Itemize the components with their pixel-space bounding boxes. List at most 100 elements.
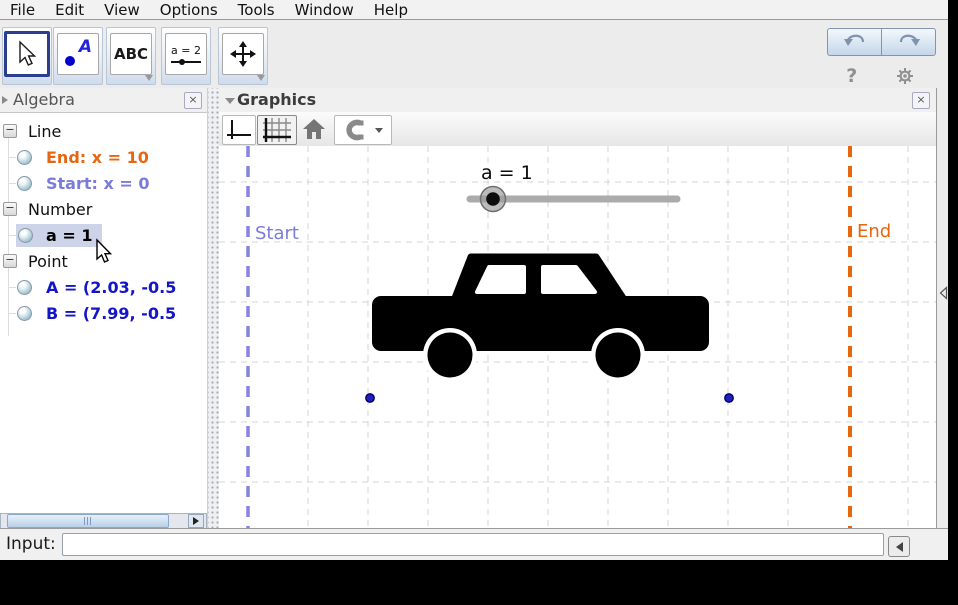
point-tool-button[interactable]: A [57,33,99,75]
screen: FileEditViewOptionsToolsWindowHelp A ABC [0,0,958,605]
scrollbar-thumb[interactable] [7,514,169,528]
dropdown-arrow-icon [375,128,383,133]
tool-move-graphics-group [218,27,268,85]
magnet-icon [343,119,369,141]
visibility-marble-icon[interactable] [17,176,32,191]
right-arrow-icon [193,517,199,525]
move-graphics-tool-button[interactable] [222,33,264,75]
item-text: End: x = 10 [46,148,149,167]
tool-point-group: A [53,27,103,85]
menu-view[interactable]: View [94,1,150,19]
text-tool-button[interactable]: ABC [110,33,152,75]
start-line-label[interactable]: Start [255,223,299,244]
tree-item-point-a[interactable]: A = (2.03, -0.5 [0,274,207,300]
item-text: Start: x = 0 [46,174,149,193]
move-tool-button[interactable] [4,31,50,77]
tree-item-point-b[interactable]: B = (7.99, -0.5 [0,300,207,326]
scrollbar-right-button[interactable] [188,514,204,528]
menu-file[interactable]: File [0,1,45,19]
graphics-menu-arrow-icon[interactable] [225,98,235,104]
car-image[interactable] [372,257,709,382]
tree-item-start[interactable]: Start: x = 0 [0,170,207,196]
menu-bar: FileEditViewOptionsToolsWindowHelp [0,0,948,20]
point-b[interactable] [725,394,733,402]
slider-value-label[interactable]: a = 1 [481,162,533,184]
home-button[interactable] [298,115,330,143]
collapse-icon[interactable]: − [3,202,17,216]
undo-icon [842,33,868,51]
point-tool-icon: A [63,39,93,69]
menu-tools[interactable]: Tools [228,1,285,19]
slider-tool-icon: a = 2 [171,46,201,63]
input-bar: Input: [0,528,948,560]
left-arrow-icon [896,542,903,552]
axes-toggle-button[interactable] [222,115,256,145]
content-area: Algebra × − Line End: x = 10 Start: x = … [0,88,948,528]
slider-knob[interactable] [486,192,500,206]
tool-move-group [2,27,52,85]
algebra-view: Algebra × − Line End: x = 10 Start: x = … [0,88,207,528]
axes-icon [226,119,252,141]
grid-icon [263,118,291,142]
undo-button[interactable] [827,28,882,56]
dropdown-arrow-icon[interactable] [257,75,265,81]
graphics-close-button[interactable]: × [912,92,930,109]
move-arrows-icon [229,40,257,68]
menu-window[interactable]: Window [285,1,364,19]
collapse-icon[interactable]: − [3,124,17,138]
algebra-hscrollbar[interactable] [0,513,207,528]
section-label: Point [28,252,68,271]
algebra-close-button[interactable]: × [184,92,202,109]
dropdown-arrow-icon[interactable] [145,75,153,81]
graphics-view: Graphics × [219,88,936,528]
command-input[interactable] [62,533,884,556]
algebra-title: Algebra [13,90,75,109]
graphics-header: Graphics × [219,88,936,113]
gear-icon[interactable] [896,67,914,85]
item-text: a = 1 [46,226,92,245]
tree-section-number[interactable]: − Number [0,196,207,222]
visibility-marble-icon[interactable] [17,306,32,321]
cursor-arrow-icon [15,40,39,68]
section-label: Line [28,122,61,141]
end-line-label[interactable]: End [857,221,891,242]
input-help-button[interactable] [888,536,910,557]
redo-button[interactable] [882,28,936,56]
graphics-canvas[interactable]: a = 1 Start End [219,146,936,528]
algebra-header: Algebra × [0,88,207,113]
item-text: B = (7.99, -0.5 [46,304,176,323]
graphics-title: Graphics [237,90,316,109]
menu-options[interactable]: Options [150,1,228,19]
help-icon[interactable]: ? [846,65,857,87]
visibility-marble-icon[interactable] [18,228,33,243]
section-label: Number [28,200,92,219]
visibility-marble-icon[interactable] [17,280,32,295]
tree-item-end[interactable]: End: x = 10 [0,144,207,170]
text-tool-icon: ABC [114,45,148,63]
tree-section-line[interactable]: − Line [0,118,207,144]
menu-edit[interactable]: Edit [45,1,94,19]
geogebra-window: FileEditViewOptionsToolsWindowHelp A ABC [0,0,948,560]
algebra-tree: − Line End: x = 10 Start: x = 0 − Number [0,112,207,502]
tool-text-group: ABC [106,27,156,85]
visibility-marble-icon[interactable] [17,150,32,165]
point-capturing-button[interactable] [334,115,392,145]
toolbar-mini-icons: ? [827,61,933,91]
slider-tool-button[interactable]: a = 2 [165,33,207,75]
menu-help[interactable]: Help [364,1,418,19]
algebra-menu-arrow-icon[interactable] [2,96,8,104]
collapse-icon[interactable]: − [3,254,17,268]
undo-redo-group [827,28,936,56]
point-a[interactable] [366,394,374,402]
tool-slider-group: a = 2 [161,27,211,85]
home-icon [302,118,326,140]
toolbar: A ABC a = 2 [0,20,948,89]
input-label: Input: [6,534,56,554]
mouse-cursor [93,238,113,266]
selected-row-highlight: a = 1 [16,224,102,247]
grid-toggle-button[interactable] [257,115,297,145]
graphics-stylebar [219,112,936,147]
collapse-left-arrow-icon[interactable] [938,286,948,300]
right-collapse-strip[interactable] [936,88,948,528]
redo-icon [896,33,922,51]
